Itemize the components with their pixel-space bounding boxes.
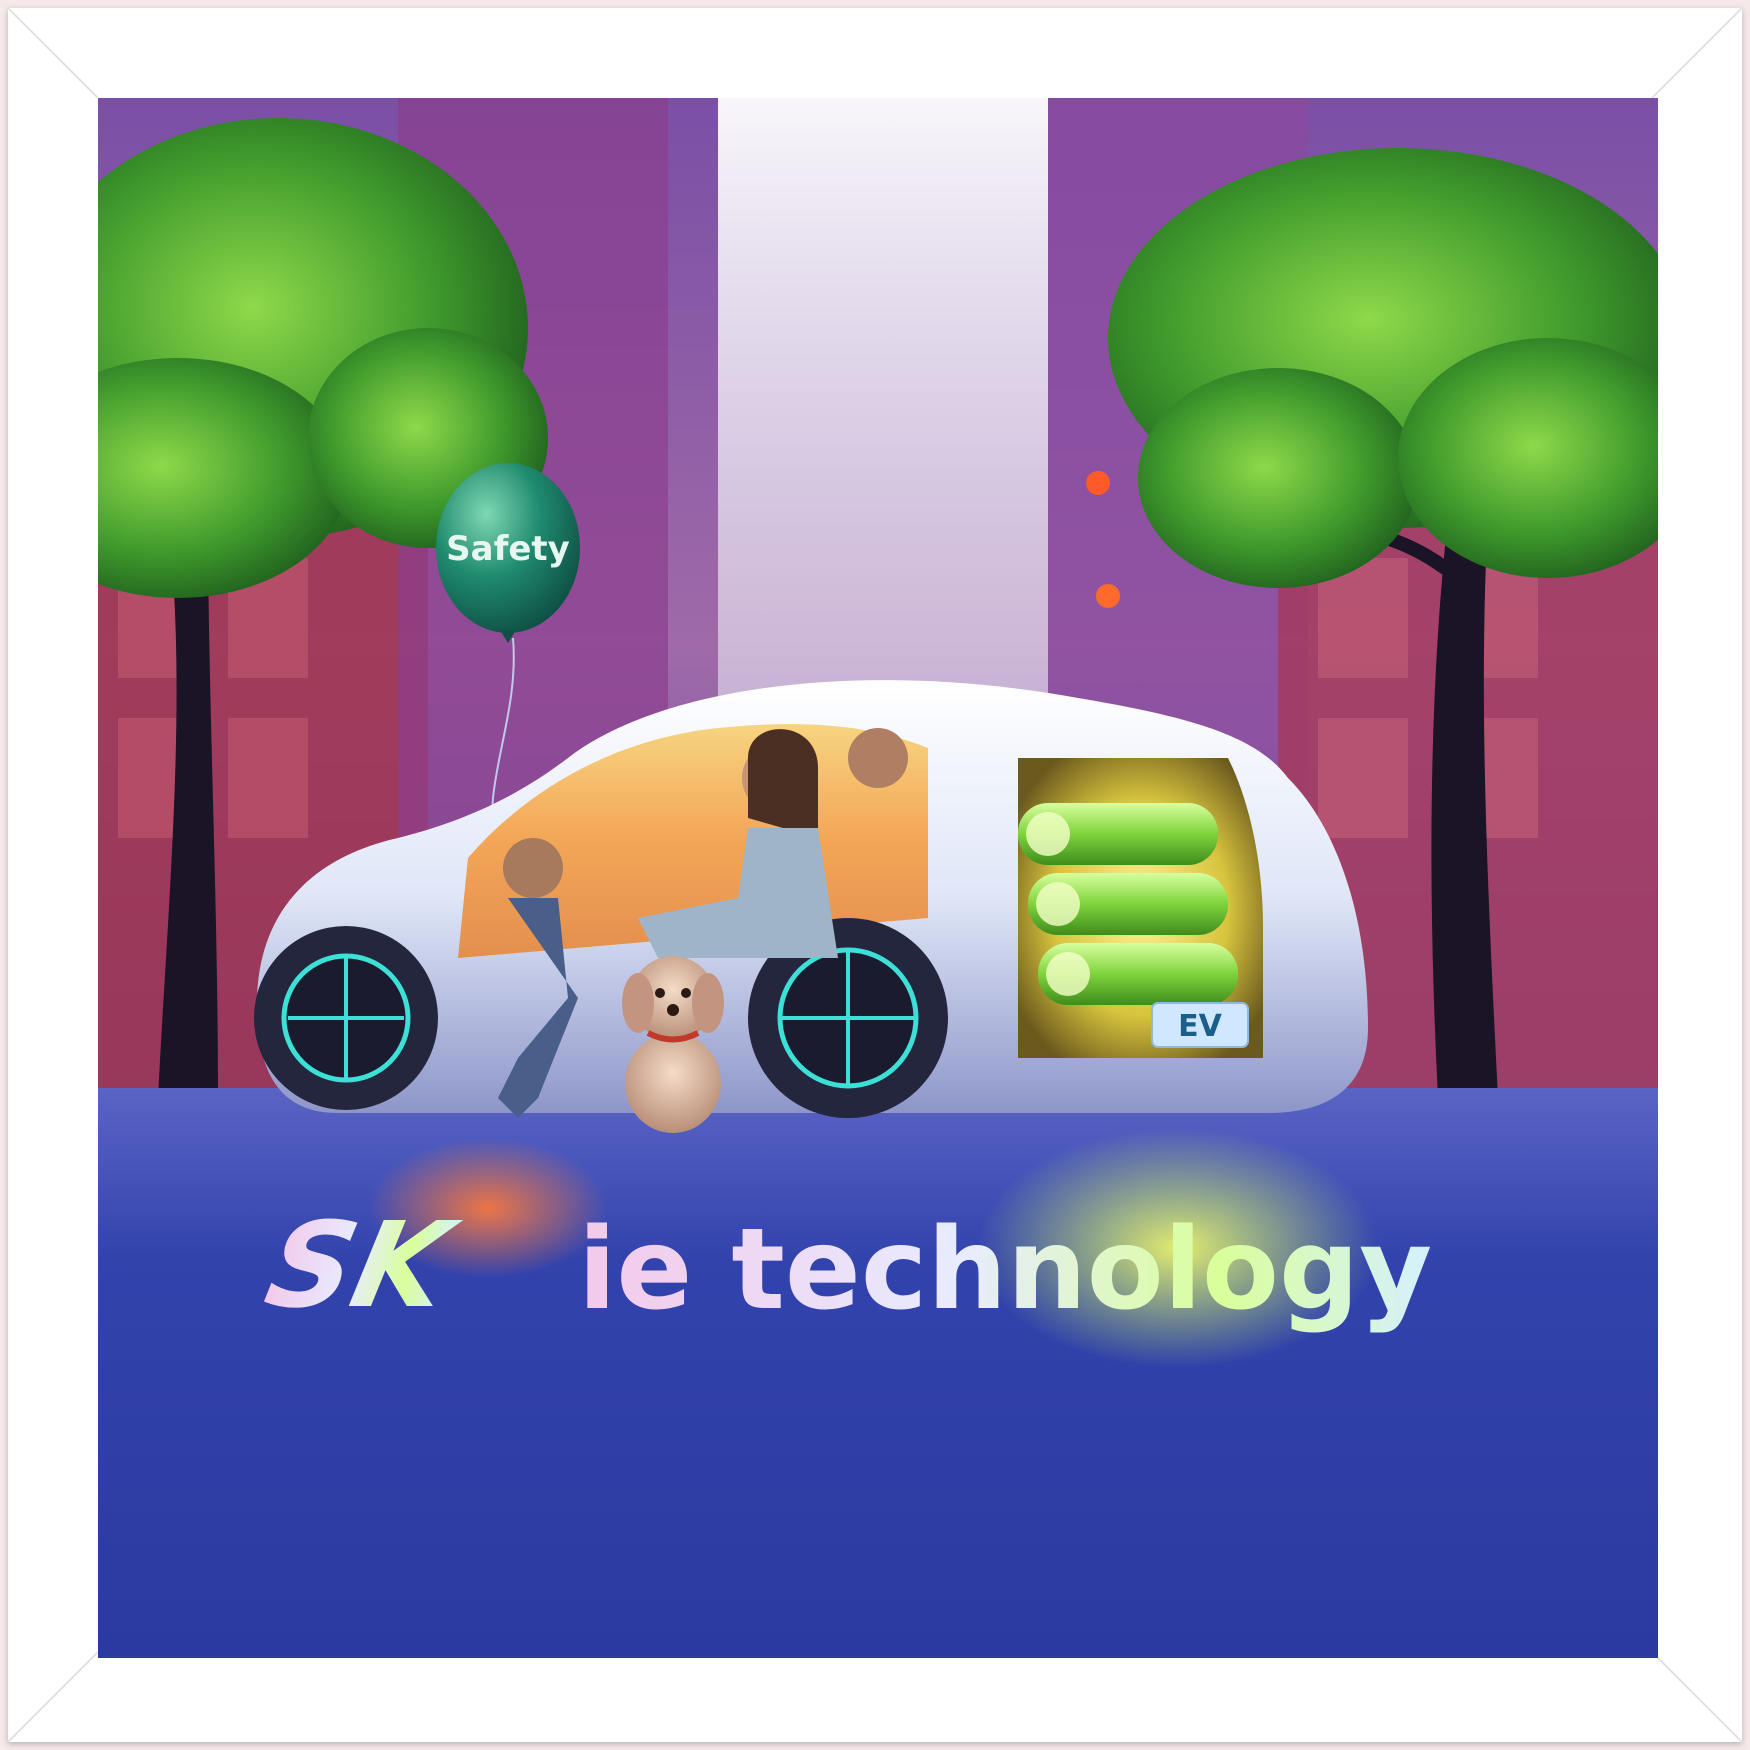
brand-logo: SK ie technology bbox=[255, 1197, 1432, 1335]
artwork: Safety EV SK ie technology bbox=[98, 98, 1658, 1658]
logo-wordmark: ie technology bbox=[578, 1205, 1432, 1335]
balloon-label: Safety bbox=[446, 529, 570, 569]
plate-label: EV bbox=[1178, 1009, 1222, 1044]
artwork-scene: Safety EV SK ie technology bbox=[98, 98, 1658, 1658]
battery-cells bbox=[1018, 803, 1238, 1005]
wheel-front bbox=[254, 926, 438, 1110]
road bbox=[98, 1088, 1658, 1658]
